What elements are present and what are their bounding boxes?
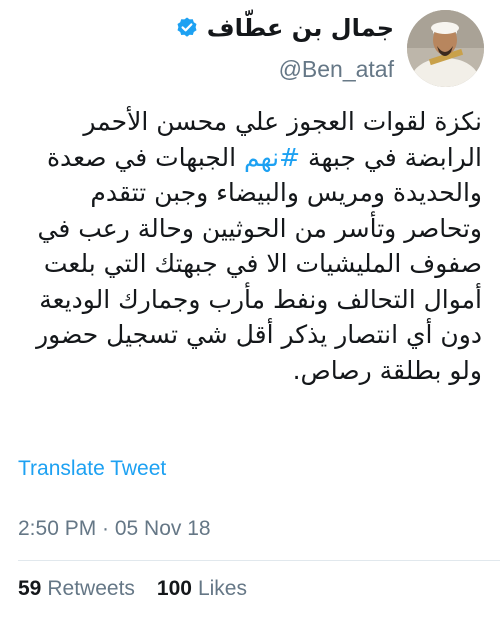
- hashtag-link[interactable]: #نهم: [244, 143, 300, 172]
- avatar-image: [407, 10, 484, 87]
- divider: [18, 560, 500, 561]
- retweets-stat[interactable]: 59 Retweets: [18, 577, 135, 601]
- avatar[interactable]: [407, 10, 484, 87]
- likes-count: 100: [156, 577, 192, 600]
- retweets-label: Retweets: [47, 577, 135, 600]
- retweets-count: 59: [18, 577, 42, 600]
- display-name[interactable]: جمال بن عطّاف: [207, 14, 394, 42]
- user-handle[interactable]: @Ben_ataf: [279, 56, 394, 83]
- name-row: جمال بن عطّاف: [175, 14, 394, 42]
- translate-tweet-link[interactable]: Translate Tweet: [18, 457, 166, 481]
- tweet-header: جمال بن عطّاف @Ben_ataf: [0, 0, 500, 96]
- tweet-text: نكزة لقوات العجوز علي محسن الأحمر الرابض…: [18, 104, 482, 388]
- likes-label: Likes: [197, 577, 247, 600]
- verified-badge-icon: [175, 16, 199, 40]
- tweet-timestamp[interactable]: 2:50 PM · 05 Nov 18: [18, 517, 211, 541]
- engagement-stats: 59 Retweets 100 Likes: [18, 577, 269, 601]
- likes-stat[interactable]: 100 Likes: [157, 577, 247, 601]
- tweet-text-part-2: الجبهات في صعدة والحديدة ومريس والبيضاء …: [36, 142, 482, 385]
